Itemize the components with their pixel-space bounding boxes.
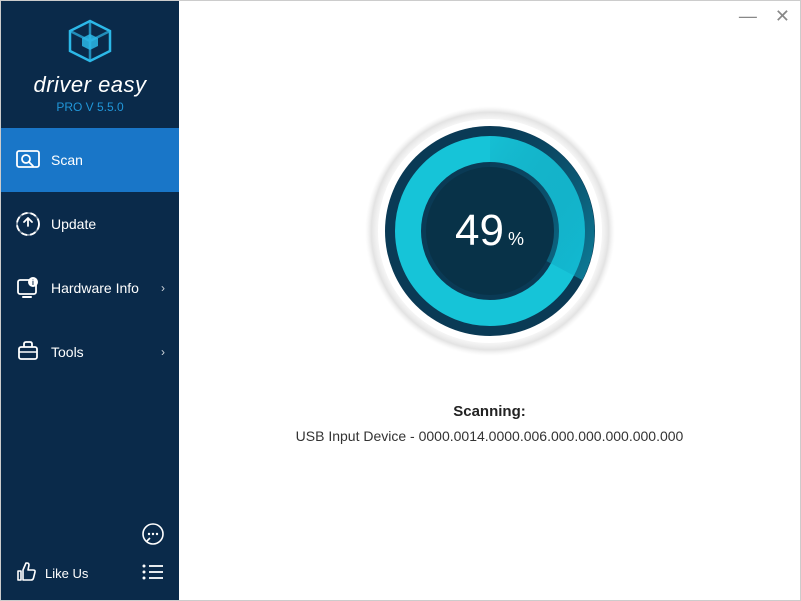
scan-icon — [15, 147, 41, 173]
window-controls: — ✕ — [739, 7, 790, 25]
brand-version: PRO V 5.5.0 — [1, 100, 179, 114]
sidebar-bottom: Like Us — [1, 512, 179, 600]
hardware-info-icon: i — [15, 275, 41, 301]
tools-icon — [15, 339, 41, 365]
sidebar-item-label: Tools — [51, 344, 161, 360]
progress-text: 49 % — [455, 206, 524, 256]
logo-section: driver easy PRO V 5.5.0 — [1, 1, 179, 128]
thumbs-up-icon — [15, 561, 37, 586]
sidebar-item-tools[interactable]: Tools › — [1, 320, 179, 384]
app-logo-icon — [66, 19, 114, 68]
progress-unit: % — [508, 229, 524, 250]
app-window: — ✕ driver easy PRO V 5.5.0 — [0, 0, 801, 601]
sidebar-item-label: Update — [51, 216, 165, 232]
feedback-icon[interactable] — [141, 522, 165, 551]
like-us-button[interactable]: Like Us — [15, 561, 165, 586]
close-button[interactable]: ✕ — [775, 7, 790, 25]
scan-status: Scanning: USB Input Device - 0000.0014.0… — [296, 403, 684, 444]
progress-indicator: 49 % — [360, 101, 620, 361]
chevron-right-icon: › — [161, 345, 165, 359]
like-us-label: Like Us — [45, 566, 88, 581]
sidebar: driver easy PRO V 5.5.0 Scan — [1, 1, 179, 600]
chevron-right-icon: › — [161, 281, 165, 295]
sidebar-item-hardware-info[interactable]: i Hardware Info › — [1, 256, 179, 320]
main-content: 49 % Scanning: USB Input Device - 0000.0… — [179, 1, 800, 600]
minimize-button[interactable]: — — [739, 7, 757, 25]
nav: Scan Update — [1, 128, 179, 512]
sidebar-item-update[interactable]: Update — [1, 192, 179, 256]
sidebar-item-scan[interactable]: Scan — [1, 128, 179, 192]
progress-value: 49 — [455, 206, 504, 256]
sidebar-item-label: Hardware Info — [51, 280, 161, 296]
scan-status-detail: USB Input Device - 0000.0014.0000.006.00… — [296, 428, 684, 444]
update-icon — [15, 211, 41, 237]
sidebar-item-label: Scan — [51, 152, 165, 168]
scan-status-label: Scanning: — [296, 403, 684, 420]
brand-name: driver easy — [1, 72, 179, 98]
svg-text:i: i — [32, 280, 34, 287]
menu-list-icon[interactable] — [141, 563, 165, 584]
